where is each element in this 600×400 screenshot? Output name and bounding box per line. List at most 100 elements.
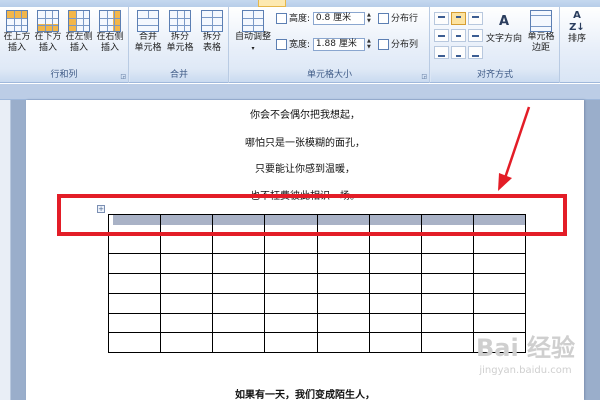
split-table-icon	[201, 10, 223, 32]
insert-right-icon	[99, 10, 121, 32]
table-cell[interactable]	[472, 253, 526, 275]
text-direction-button[interactable]: A 文字方向	[484, 10, 524, 45]
table-cell[interactable]	[264, 233, 318, 255]
table-cell[interactable]	[420, 312, 474, 334]
align-top-right-button[interactable]	[468, 12, 483, 25]
table-cell[interactable]	[160, 253, 214, 275]
table-cell[interactable]	[264, 312, 318, 334]
align-bottom-left-button[interactable]	[434, 46, 449, 59]
table-cell[interactable]	[264, 253, 318, 275]
insert-right-button[interactable]: 在右侧 插入	[95, 10, 125, 54]
table-cell[interactable]	[264, 273, 318, 294]
distribute-rows-button[interactable]: 分布行	[378, 12, 418, 26]
table-cell[interactable]	[368, 253, 422, 275]
row-height-icon	[276, 13, 287, 24]
table-cell[interactable]	[212, 273, 266, 294]
vertical-ruler[interactable]	[0, 100, 11, 400]
table-cell[interactable]	[472, 233, 526, 255]
table-cell[interactable]	[368, 273, 422, 294]
table-cell[interactable]	[420, 273, 474, 294]
table-cell[interactable]	[212, 292, 266, 314]
height-row: 高度: 0.8 厘米 ▲ ▼	[276, 12, 373, 26]
height-spinner-icon[interactable]: ▲ ▼	[365, 12, 373, 25]
table-cell[interactable]	[108, 292, 162, 314]
split-table-label-1: 拆分	[202, 32, 221, 42]
table-cell[interactable]	[316, 292, 370, 314]
table-cell[interactable]	[108, 273, 162, 294]
dialog-launcher-icon[interactable]: ◲	[120, 73, 126, 80]
table-cell[interactable]	[212, 253, 266, 275]
split-cells-button[interactable]: 拆分 单元格	[164, 10, 196, 54]
autofit-icon	[242, 10, 264, 32]
table-cell[interactable]	[264, 292, 318, 314]
width-label: 宽度:	[289, 40, 311, 50]
width-spinner-icon[interactable]: ▲ ▼	[365, 38, 373, 51]
table-cell[interactable]	[160, 332, 214, 353]
table-cell[interactable]	[316, 273, 370, 294]
active-ribbon-tab[interactable]	[258, 0, 286, 7]
split-cells-icon	[169, 10, 191, 32]
table-cell[interactable]	[368, 332, 422, 353]
table-cell[interactable]	[108, 332, 162, 353]
table-cell[interactable]	[472, 312, 526, 334]
annotation-arrow-icon	[498, 106, 531, 191]
text-direction-icon: A	[498, 14, 510, 29]
merge-cells-button[interactable]: 合并 单元格	[132, 10, 164, 54]
table-cell[interactable]	[420, 233, 474, 255]
insert-right-label-1: 在右侧	[96, 32, 124, 42]
width-input[interactable]: 1.88 厘米	[312, 38, 365, 51]
split-cells-label-2: 单元格	[166, 43, 194, 53]
distribute-columns-button[interactable]: 分布列	[378, 38, 418, 52]
table-cell[interactable]	[212, 332, 266, 353]
watermark-url: jingyan.baidu.com	[479, 365, 572, 376]
align-top-center-button[interactable]	[451, 12, 466, 25]
cell-margins-icon	[530, 10, 552, 32]
insert-left-icon	[68, 10, 90, 32]
insert-left-button[interactable]: 在左侧 插入	[64, 10, 94, 54]
table-cell[interactable]	[264, 332, 318, 353]
table-cell[interactable]	[316, 253, 370, 275]
group-label-alignment: 对齐方式	[431, 69, 559, 82]
table-cell[interactable]	[472, 292, 526, 314]
table-cell[interactable]	[160, 233, 214, 255]
cell-margins-button[interactable]: 单元格 边距	[524, 10, 558, 54]
sort-button[interactable]: A Z↓ 排序	[563, 10, 591, 45]
table-cell[interactable]	[420, 253, 474, 275]
table-cell[interactable]	[160, 273, 214, 294]
insert-below-button[interactable]: 在下方 插入	[33, 10, 63, 54]
table-cell[interactable]	[472, 273, 526, 294]
height-input[interactable]: 0.8 厘米	[312, 12, 365, 25]
align-middle-left-button[interactable]	[434, 29, 449, 42]
table-cell[interactable]	[160, 292, 214, 314]
table-cell[interactable]	[316, 312, 370, 334]
table-cell[interactable]	[212, 233, 266, 255]
table-cell[interactable]	[108, 312, 162, 334]
insert-above-button[interactable]: 在上方 插入	[2, 10, 32, 54]
align-bottom-right-button[interactable]	[468, 46, 483, 59]
table-cell[interactable]	[212, 312, 266, 334]
align-middle-right-button[interactable]	[468, 29, 483, 42]
autofit-button[interactable]: 自动调整 ▾	[232, 10, 274, 54]
align-bottom-center-button[interactable]	[451, 46, 466, 59]
insert-below-label-1: 在下方	[34, 32, 62, 42]
table-cell[interactable]	[368, 312, 422, 334]
insert-left-label-1: 在左侧	[65, 32, 93, 42]
table-cell[interactable]	[160, 312, 214, 334]
table-cell[interactable]	[108, 233, 162, 255]
align-middle-center-button[interactable]	[451, 29, 466, 42]
insert-above-label-1: 在上方	[3, 32, 31, 42]
split-cells-label-1: 拆分	[170, 32, 189, 42]
split-table-button[interactable]: 拆分 表格	[196, 10, 228, 54]
table-cell[interactable]	[316, 332, 370, 353]
align-top-left-button[interactable]	[434, 12, 449, 25]
table-cell[interactable]	[368, 233, 422, 255]
table-cell[interactable]	[368, 292, 422, 314]
table-cell[interactable]	[108, 253, 162, 275]
table-cell[interactable]	[316, 233, 370, 255]
cell-margins-label-2: 边距	[531, 43, 550, 53]
dialog-launcher-icon[interactable]: ◲	[421, 73, 427, 80]
group-label-cell-size: 单元格大小	[230, 69, 429, 82]
insert-left-label-2: 插入	[69, 43, 88, 53]
table-cell[interactable]	[420, 292, 474, 314]
column-width-icon	[276, 39, 287, 50]
